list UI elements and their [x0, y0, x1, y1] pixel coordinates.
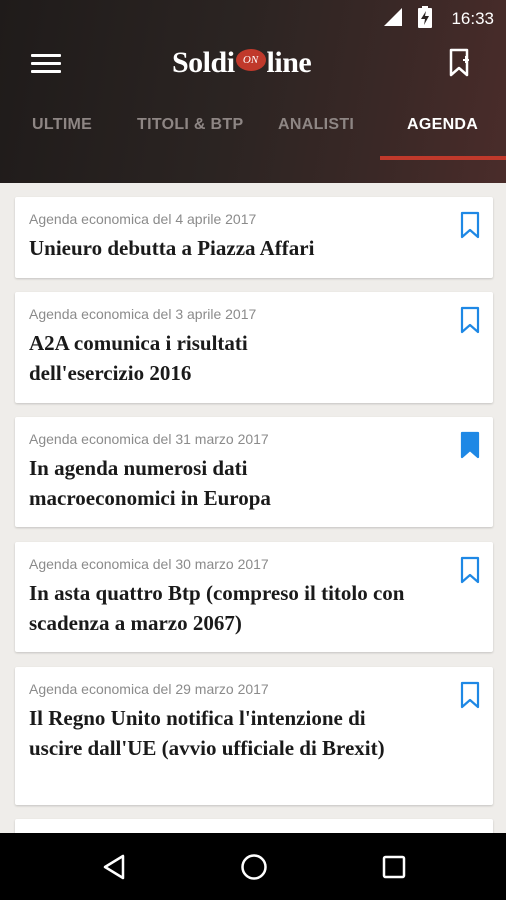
article-meta: Agenda economica del 4 aprile 2017 [29, 211, 257, 227]
bookmark-icon[interactable] [460, 556, 480, 584]
article-meta: Agenda economica del 31 marzo 2017 [29, 431, 269, 447]
logo-badge: ON [235, 49, 266, 71]
tab-ultime[interactable]: ULTIME [32, 116, 92, 134]
bookmark-icon[interactable] [460, 681, 480, 709]
hamburger-menu-icon[interactable] [31, 52, 61, 76]
article-card[interactable]: Agenda economica del 29 marzo 2017 Il Re… [15, 667, 493, 805]
article-card[interactable]: Agenda economica del 3 aprile 2017 A2A c… [15, 292, 493, 403]
tab-bar: ULTIME TITOLI & BTP ANALISTI AGENDA [0, 100, 506, 160]
back-icon[interactable] [101, 853, 127, 881]
article-title: In agenda numerosi dati macroeconomici i… [29, 456, 271, 510]
article-card[interactable]: Agenda economica del 4 aprile 2017 Unieu… [15, 197, 493, 278]
system-nav-bar [0, 833, 506, 900]
home-icon[interactable] [240, 853, 268, 881]
article-list[interactable]: Agenda economica del 4 aprile 2017 Unieu… [0, 183, 506, 833]
tab-titoli-btp[interactable]: TITOLI & BTP [137, 116, 243, 134]
article-meta: Agenda economica del 29 marzo 2017 [29, 681, 269, 697]
article-title: In asta quattro Btp (compreso il titolo … [29, 581, 405, 635]
app-bar: Soldi ON line [0, 36, 506, 92]
bookmark-filled-icon[interactable] [460, 431, 480, 459]
article-title: Unieuro debutta a Piazza Affari [29, 236, 315, 260]
signal-icon [384, 8, 402, 26]
saved-bookmarks-icon[interactable] [448, 48, 474, 78]
article-title: A2A comunica i risultati dell'esercizio … [29, 331, 248, 385]
tab-agenda[interactable]: AGENDA [407, 116, 478, 134]
article-title: Il Regno Unito notifica l'intenzione di … [29, 706, 385, 760]
recents-icon[interactable] [381, 854, 407, 880]
bookmark-icon[interactable] [460, 306, 480, 334]
app-header: 16:33 Soldi ON line ULTIME TITOLI & BTP … [0, 0, 506, 183]
article-card-partial[interactable] [15, 819, 493, 833]
active-tab-indicator [380, 156, 506, 160]
tab-analisti[interactable]: ANALISTI [278, 116, 354, 134]
article-card[interactable]: Agenda economica del 30 marzo 2017 In as… [15, 542, 493, 652]
status-bar: 16:33 [0, 0, 506, 36]
logo-text-right: line [266, 46, 312, 79]
logo-badge-text: ON [242, 54, 259, 66]
article-card[interactable]: Agenda economica del 31 marzo 2017 In ag… [15, 417, 493, 527]
bookmark-icon[interactable] [460, 211, 480, 239]
status-time: 16:33 [451, 9, 494, 28]
article-meta: Agenda economica del 3 aprile 2017 [29, 306, 257, 322]
battery-icon [418, 6, 432, 28]
app-logo: Soldi ON line [172, 44, 312, 82]
logo-text-left: Soldi [172, 46, 235, 79]
article-meta: Agenda economica del 30 marzo 2017 [29, 556, 269, 572]
